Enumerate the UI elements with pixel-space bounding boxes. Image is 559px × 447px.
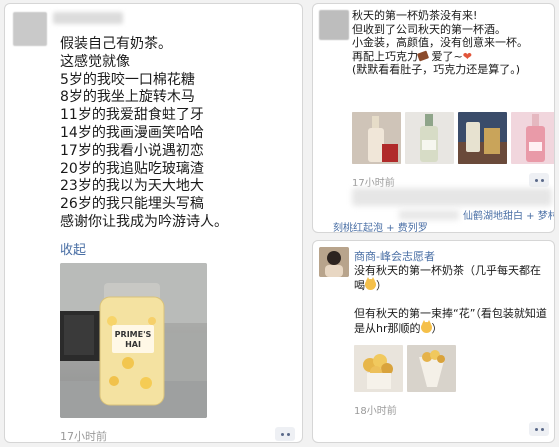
post-paragraph: 但有秋天的第一束捧“花”（看包装就知道是从hr那顺的） <box>354 306 550 336</box>
post-line: 20岁的我追贴吃玻璃渣 <box>60 160 204 177</box>
comment-blurred <box>352 188 552 206</box>
comment-text: 刻桃红起泡 + 费列罗 <box>333 223 428 233</box>
cat-emoji-icon <box>420 320 432 333</box>
post-line: 感谢你让我成为吟游诗人。 <box>60 213 228 230</box>
post-line: 小金装，高颜值，没有创意来一杯。 <box>352 36 528 50</box>
popcorn-photo-2[interactable] <box>407 345 456 392</box>
popcorn-image <box>407 345 456 392</box>
collapse-link[interactable]: 收起 <box>60 239 86 258</box>
bottle-label-1: PRIME'S <box>115 330 152 339</box>
post-paragraph-text: ） <box>376 279 387 292</box>
post-line: 假装自己有奶茶。 <box>60 36 172 52</box>
more-options-button[interactable] <box>529 173 549 187</box>
post-line: 23岁的我以为天大地大 <box>60 178 204 195</box>
moment-post-right-top: 秋天的第一杯奶茶没有来! 但收到了公司秋天的第一杯酒。 小金装，高颜值，没有创意… <box>312 3 555 233</box>
username-blurred[interactable] <box>53 12 123 24</box>
bottle-label-2: HAI <box>125 340 141 349</box>
post-line: 再配上巧克力 爱了~❤ <box>352 50 528 64</box>
more-options-button[interactable] <box>275 427 295 441</box>
post-line: (默默看看肚子，巧克力还是算了。) <box>352 63 521 77</box>
photo-grid <box>354 345 456 392</box>
wine-photo-1[interactable] <box>352 112 401 164</box>
wine-bottle-image <box>405 112 454 164</box>
post-paragraph-text: ） <box>431 322 443 335</box>
wine-bottle-image <box>511 112 554 164</box>
moment-post-right-bottom: 商商-峰会志愿者 没有秋天的第一杯奶茶（几乎每天都在喝） 但有秋天的第一束捧“花… <box>312 240 555 443</box>
username[interactable]: 商商-峰会志愿者 <box>354 248 435 264</box>
post-paragraph: 没有秋天的第一杯奶茶（几乎每天都在喝） <box>354 263 550 293</box>
post-line: 14岁的我画漫画笑哈哈 <box>60 124 204 141</box>
popcorn-image <box>354 345 403 392</box>
post-line-part: 再配上巧克力 <box>352 49 418 63</box>
more-options-button[interactable] <box>529 422 549 436</box>
post-line: 秋天的第一杯奶茶没有来! <box>352 9 478 22</box>
cat-emoji-icon <box>365 277 376 290</box>
post-line: 17岁的我看小说遇初恋 <box>60 142 204 159</box>
milk-tea-bottle-image: PRIME'S HAI <box>60 263 207 418</box>
post-line: 5岁的我咬一口棉花糖 <box>60 71 195 88</box>
wine-bottle-image <box>458 112 507 164</box>
popcorn-photo-1[interactable] <box>354 345 403 392</box>
avatar[interactable] <box>319 10 349 40</box>
heart-emoji-icon: ❤ <box>462 49 472 63</box>
post-line-part: 爱了~ <box>431 49 463 63</box>
post-time: 18小时前 <box>354 406 397 417</box>
avatar[interactable] <box>319 247 349 277</box>
moment-post-left: 假装自己有奶茶。 这感觉就像 5岁的我咬一口棉花糖 8岁的我坐上旋转木马 11岁… <box>4 3 303 443</box>
post-line: 11岁的我爱甜食蛀了牙 <box>60 107 204 124</box>
wine-photo-4[interactable] <box>511 112 554 164</box>
post-line: 但收到了公司秋天的第一杯酒。 <box>352 22 506 36</box>
avatar-image <box>319 247 349 277</box>
avatar[interactable] <box>13 12 47 46</box>
chocolate-emoji-icon <box>416 50 430 62</box>
post-text: 秋天的第一杯奶茶没有来! 但收到了公司秋天的第一杯酒。 小金装，高颜值，没有创意… <box>352 9 528 77</box>
comment-text: 仙鹤湖地甜白 + 梦村 <box>463 211 555 222</box>
wine-photo-2[interactable] <box>405 112 454 164</box>
post-text: 假装自己有奶茶。 这感觉就像 5岁的我咬一口棉花糖 8岁的我坐上旋转木马 11岁… <box>60 36 300 232</box>
post-time: 17小时前 <box>352 178 395 189</box>
post-line: 8岁的我坐上旋转木马 <box>60 89 195 106</box>
wine-bottle-image <box>352 112 401 164</box>
wine-photo-3[interactable] <box>458 112 507 164</box>
photo-grid <box>352 112 554 164</box>
post-text: 没有秋天的第一杯奶茶（几乎每天都在喝） 但有秋天的第一束捧“花”（看包装就知道是… <box>354 263 550 349</box>
post-line: 这感觉就像 <box>60 53 130 70</box>
post-line: 26岁的我只能埋头写稿 <box>60 196 204 213</box>
post-time: 17小时前 <box>60 430 107 443</box>
post-paragraph-text: 但有秋天的第一束捧“花”（看包装就知道是从hr那顺的 <box>354 307 547 335</box>
milk-tea-photo[interactable]: PRIME'S HAI <box>60 263 207 418</box>
